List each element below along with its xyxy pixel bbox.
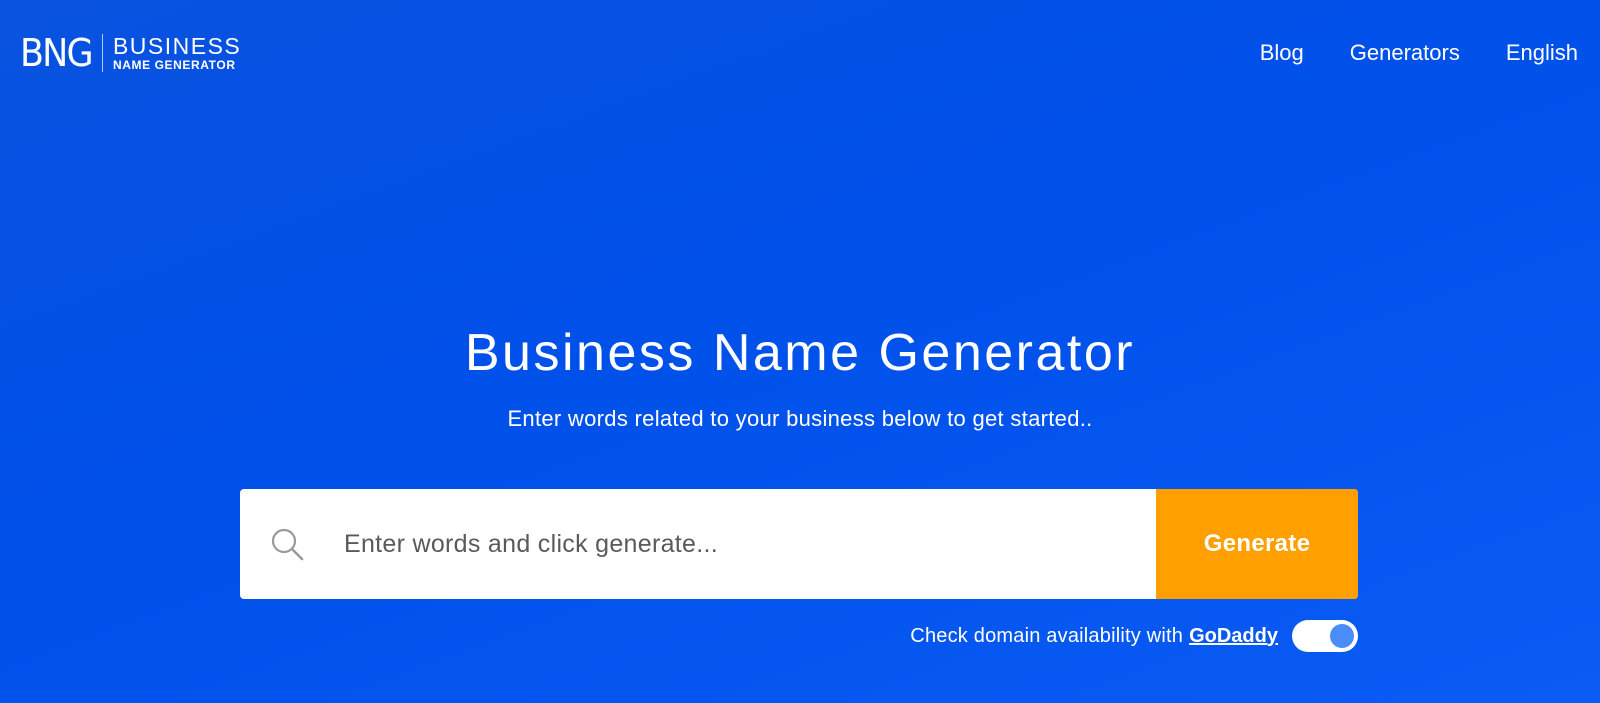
site-header: BNG BUSINESS NAME GENERATOR Blog Generat… xyxy=(0,0,1600,110)
logo-divider xyxy=(101,34,103,72)
search-box: Generate xyxy=(240,489,1358,599)
domain-check-label: Check domain availability with xyxy=(910,624,1184,647)
godaddy-link[interactable]: GoDaddy xyxy=(1189,625,1278,648)
logo-text-top: BUSINESS xyxy=(112,32,242,59)
main-nav: Blog Generators English xyxy=(1260,38,1578,68)
logo-text-bottom: NAME GENERATOR xyxy=(112,57,236,72)
domain-check-row: Check domain availability with GoDaddy xyxy=(910,620,1358,652)
nav-blog-link[interactable]: Blog xyxy=(1260,38,1304,68)
search-input[interactable] xyxy=(344,489,1144,599)
domain-check-toggle[interactable] xyxy=(1292,620,1358,652)
search-icon xyxy=(271,528,304,561)
logo[interactable]: BNG BUSINESS NAME GENERATOR xyxy=(20,32,241,74)
generate-button[interactable]: Generate xyxy=(1156,489,1358,599)
nav-generators-link[interactable]: Generators xyxy=(1350,38,1460,68)
logo-text: BUSINESS NAME GENERATOR xyxy=(113,34,241,73)
nav-language-link[interactable]: English xyxy=(1506,38,1578,68)
page-title: Business Name Generator xyxy=(464,324,1136,382)
page-subtitle: Enter words related to your business bel… xyxy=(507,406,1093,431)
toggle-knob xyxy=(1330,624,1354,648)
logo-mark: BNG xyxy=(20,31,94,75)
